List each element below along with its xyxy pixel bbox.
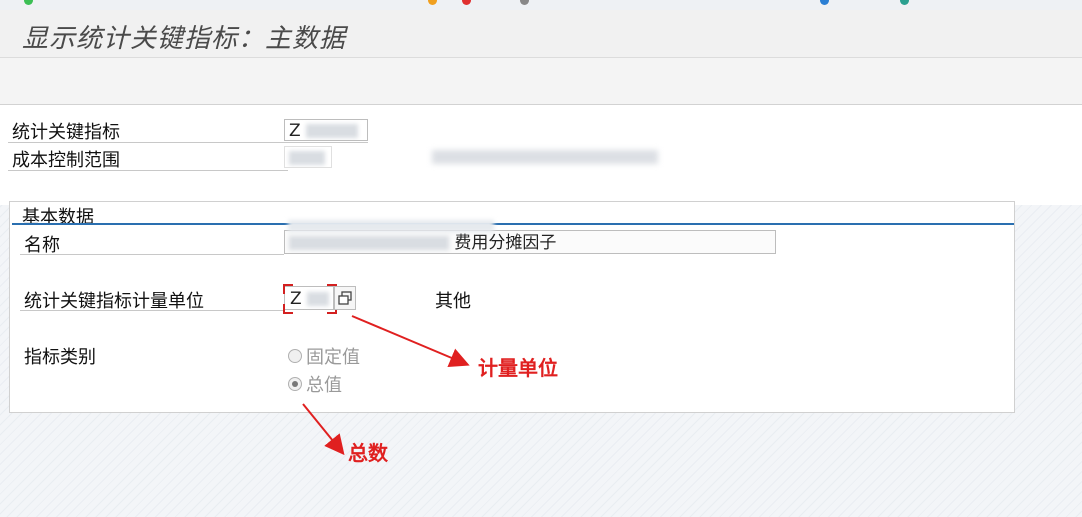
unit-value-masked <box>307 292 330 306</box>
toolbar-icon-green[interactable] <box>24 0 33 5</box>
application-toolbar <box>0 58 1082 105</box>
radio-fixed-value[interactable]: 固定值 <box>288 343 360 369</box>
skf-value: Z <box>289 121 301 141</box>
radio-total-circle <box>288 377 302 391</box>
basic-data-title: 基本数据 <box>22 207 94 228</box>
coarea-row-line <box>8 170 288 171</box>
coarea-code-masked <box>289 151 325 165</box>
value-help-button[interactable] <box>334 286 356 310</box>
annotation-total: 总数 <box>348 441 388 465</box>
annotation-unit: 计量单位 <box>478 356 558 380</box>
value-help-icon <box>338 291 352 305</box>
toolbar-icon-orange[interactable] <box>428 0 437 5</box>
skf-field[interactable]: Z <box>284 119 368 141</box>
toolbar-icon-gray[interactable] <box>520 0 529 5</box>
name-field-mask-top <box>288 220 494 232</box>
skf-value-masked <box>306 124 359 138</box>
title-bar: 显示统计关键指标：主数据 <box>0 10 1082 58</box>
unit-description: 其他 <box>435 291 471 312</box>
unit-row-line <box>20 310 284 311</box>
radio-total-value[interactable]: 总值 <box>288 371 342 397</box>
toolbar-icon-blue[interactable] <box>820 0 829 5</box>
skf-label: 统计关键指标 <box>12 122 120 143</box>
radio-fixed-circle <box>288 349 302 363</box>
toolbar-icon-teal[interactable] <box>900 0 909 5</box>
name-field[interactable]: 费用分摊因子 <box>284 230 776 254</box>
radio-fixed-label: 固定值 <box>306 347 360 368</box>
focus-corner-bl <box>283 304 293 314</box>
toolbar-icon-red[interactable] <box>462 0 471 5</box>
coarea-field <box>284 146 332 168</box>
coarea-label: 成本控制范围 <box>12 150 120 171</box>
category-label: 指标类别 <box>24 347 96 368</box>
name-row-line <box>20 254 284 255</box>
page-title: 显示统计关键指标：主数据 <box>22 24 347 54</box>
name-value-masked <box>289 236 449 250</box>
focus-corner-tl <box>283 284 293 294</box>
group-title-line <box>12 223 1014 225</box>
coarea-desc-masked <box>432 150 658 164</box>
skf-row-line <box>8 142 368 143</box>
name-value-suffix: 费用分摊因子 <box>454 233 557 253</box>
radio-total-label: 总值 <box>306 375 342 396</box>
